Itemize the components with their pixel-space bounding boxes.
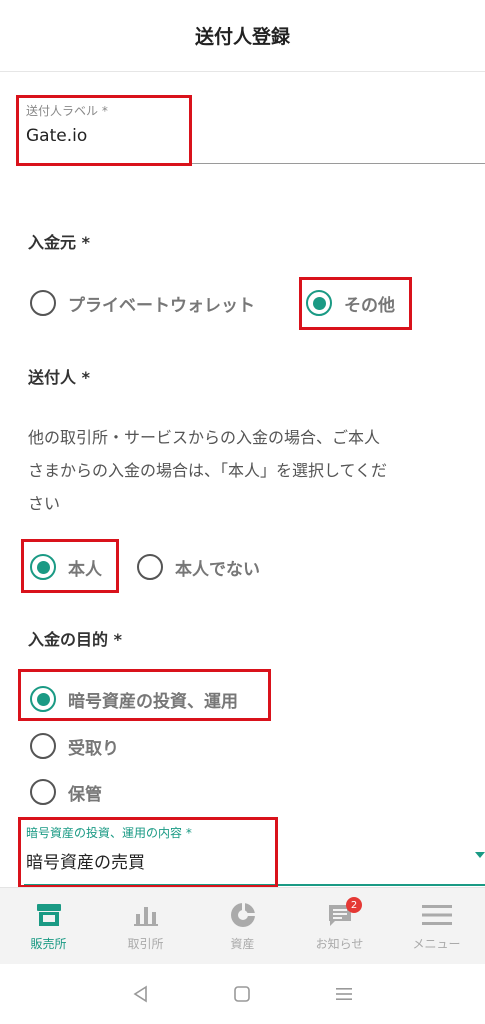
bottom-tab-bar: 販売所 取引所 資産 2 お知らせ メニュー bbox=[0, 887, 485, 964]
tab-exchange[interactable]: 取引所 bbox=[97, 888, 194, 964]
pie-chart-icon bbox=[230, 901, 256, 929]
tab-menu-label: メニュー bbox=[412, 936, 461, 951]
radio-receive-label: 受取り bbox=[68, 738, 119, 759]
notification-badge: 2 bbox=[346, 897, 362, 913]
radio-unchecked-icon bbox=[137, 554, 163, 580]
sender-description-line: さい bbox=[28, 494, 61, 513]
tab-sales[interactable]: 販売所 bbox=[0, 888, 97, 964]
radio-receive[interactable]: 受取り bbox=[30, 733, 119, 759]
sender-title: 送付人 * bbox=[28, 368, 90, 387]
purpose-title: 入金の目的 * bbox=[28, 630, 122, 649]
system-nav-bar bbox=[0, 964, 485, 1024]
highlight-box-detail bbox=[18, 817, 278, 888]
highlight-box-sender-label bbox=[16, 95, 192, 166]
highlight-box-other bbox=[299, 277, 412, 330]
radio-storage[interactable]: 保管 bbox=[30, 779, 102, 805]
store-icon bbox=[36, 901, 62, 929]
home-icon[interactable] bbox=[227, 979, 257, 1009]
tab-notices[interactable]: 2 お知らせ bbox=[291, 888, 388, 964]
tab-exchange-label: 取引所 bbox=[127, 936, 164, 951]
menu-icon bbox=[421, 901, 452, 929]
tab-menu[interactable]: メニュー bbox=[388, 888, 485, 964]
app-header: 送付人登録 bbox=[0, 0, 485, 72]
page-title: 送付人登録 bbox=[194, 26, 290, 48]
bar-chart-icon bbox=[133, 901, 158, 929]
dropdown-arrow-icon bbox=[475, 852, 485, 858]
radio-private-wallet-label: プライベートウォレット bbox=[68, 295, 255, 316]
radio-not-self-label: 本人でない bbox=[175, 559, 260, 580]
sender-description-line: さまからの入金の場合は、「本人」を選択してくだ bbox=[28, 461, 388, 480]
tab-assets[interactable]: 資産 bbox=[194, 888, 291, 964]
radio-unchecked-icon bbox=[30, 779, 56, 805]
tab-notices-label: お知らせ bbox=[315, 936, 364, 951]
radio-private-wallet[interactable]: プライベートウォレット bbox=[30, 290, 255, 316]
recent-apps-icon[interactable] bbox=[329, 979, 359, 1009]
sender-description: 他の取引所・サービスからの入金の場合、ご本人 さまからの入金の場合は、「本人」を… bbox=[28, 421, 458, 520]
highlight-box-invest bbox=[18, 669, 271, 721]
radio-not-self[interactable]: 本人でない bbox=[137, 554, 260, 580]
deposit-source-title: 入金元 * bbox=[28, 233, 90, 252]
sender-description-line: 他の取引所・サービスからの入金の場合、ご本人 bbox=[28, 428, 381, 447]
tab-sales-label: 販売所 bbox=[30, 936, 67, 951]
tab-assets-label: 資産 bbox=[230, 936, 255, 951]
highlight-box-self bbox=[21, 539, 119, 593]
back-icon[interactable] bbox=[126, 979, 156, 1009]
radio-storage-label: 保管 bbox=[68, 784, 102, 805]
radio-unchecked-icon bbox=[30, 733, 56, 759]
radio-unchecked-icon bbox=[30, 290, 56, 316]
